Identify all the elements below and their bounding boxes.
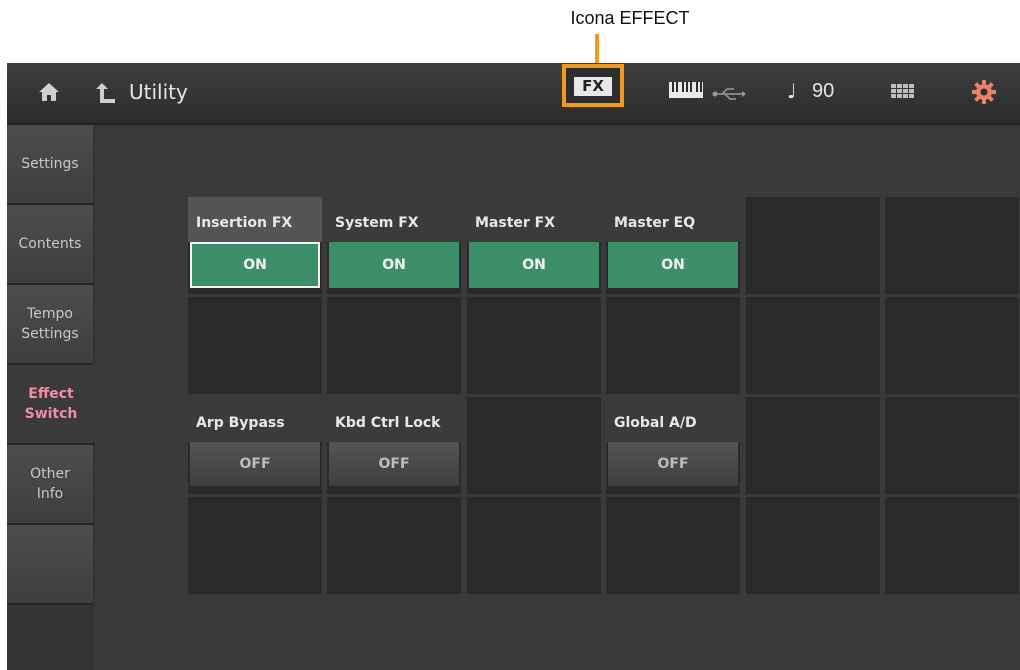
title-bar: Utility FX ♩ 90 xyxy=(7,63,1020,125)
effect-switch-panel: Insertion FX ON System FX ON Master FX O… xyxy=(95,125,1020,670)
master-fx-switch[interactable]: Master FX ON xyxy=(467,197,601,294)
sidebar-tab-empty[interactable] xyxy=(7,525,93,605)
gear-icon[interactable] xyxy=(972,80,996,108)
grid-icon[interactable] xyxy=(891,84,915,106)
kbd-ctrl-lock-switch[interactable]: Kbd Ctrl Lock OFF xyxy=(327,397,461,494)
empty-cell xyxy=(467,397,601,494)
effect-icon[interactable]: FX xyxy=(574,77,612,96)
global-ad-switch[interactable]: Global A/D OFF xyxy=(606,397,740,494)
empty-cell xyxy=(327,297,461,394)
switch-label: Master FX xyxy=(475,215,556,231)
empty-cell xyxy=(606,297,740,394)
empty-cell xyxy=(885,497,1019,594)
insertion-fx-toggle[interactable]: ON xyxy=(190,242,320,288)
sidebar-tab-label: Contents xyxy=(18,236,82,252)
insertion-fx-switch[interactable]: Insertion FX ON xyxy=(188,197,322,294)
sidebar-tab-contents[interactable]: Contents xyxy=(7,205,93,285)
callout-label: Icona EFFECT xyxy=(570,8,690,28)
empty-cell xyxy=(746,397,880,494)
empty-cell xyxy=(746,497,880,594)
callout-line xyxy=(595,34,599,66)
switch-label: Global A/D xyxy=(614,415,697,431)
system-fx-switch[interactable]: System FX ON xyxy=(327,197,461,294)
empty-cell xyxy=(746,197,880,294)
sidebar-tab-effect-switch[interactable]: Effect Switch xyxy=(7,365,95,445)
global-ad-toggle[interactable]: OFF xyxy=(608,442,738,488)
tempo-value[interactable]: 90 xyxy=(812,80,834,103)
arp-bypass-toggle[interactable]: OFF xyxy=(190,442,320,488)
sidebar-tab-tempo-settings[interactable]: Tempo Settings xyxy=(7,285,93,365)
switch-label: Arp Bypass xyxy=(196,415,285,431)
empty-cell xyxy=(188,497,322,594)
usb-icon xyxy=(712,85,746,104)
switch-label: Master EQ xyxy=(614,215,696,231)
kbd-ctrl-lock-toggle[interactable]: OFF xyxy=(329,442,459,488)
effect-icon-highlight: FX xyxy=(562,64,624,107)
note-icon: ♩ xyxy=(787,79,797,103)
master-eq-switch[interactable]: Master EQ ON xyxy=(606,197,740,294)
empty-cell xyxy=(327,497,461,594)
home-icon[interactable] xyxy=(37,81,61,107)
keyboard-icon xyxy=(669,82,703,102)
sidebar-tab-other-info[interactable]: Other Info xyxy=(7,445,93,525)
up-arrow-icon[interactable] xyxy=(95,81,117,109)
empty-cell xyxy=(188,297,322,394)
switch-label: Insertion FX xyxy=(196,215,293,231)
sidebar-tab-label: Settings xyxy=(21,156,79,172)
empty-cell xyxy=(606,497,740,594)
master-eq-toggle[interactable]: ON xyxy=(608,242,738,288)
empty-cell xyxy=(885,197,1019,294)
switch-label: Kbd Ctrl Lock xyxy=(335,415,441,431)
master-fx-toggle[interactable]: ON xyxy=(469,242,599,288)
sidebar-tab-label: Other Info xyxy=(30,466,70,502)
system-fx-toggle[interactable]: ON xyxy=(329,242,459,288)
arp-bypass-switch[interactable]: Arp Bypass OFF xyxy=(188,397,322,494)
switch-label: System FX xyxy=(335,215,419,231)
empty-cell xyxy=(467,497,601,594)
sidebar: Settings Contents Tempo Settings Effect … xyxy=(7,125,95,670)
utility-screen: Utility FX ♩ 90 Settings Contents Tempo … xyxy=(7,63,1020,670)
empty-cell xyxy=(885,297,1019,394)
sidebar-tab-label: Tempo Settings xyxy=(21,306,79,342)
page-title: Utility xyxy=(129,80,188,104)
sidebar-tab-settings[interactable]: Settings xyxy=(7,125,93,205)
empty-cell xyxy=(746,297,880,394)
sidebar-tab-label: Effect Switch xyxy=(24,386,78,422)
empty-cell xyxy=(467,297,601,394)
empty-cell xyxy=(885,397,1019,494)
